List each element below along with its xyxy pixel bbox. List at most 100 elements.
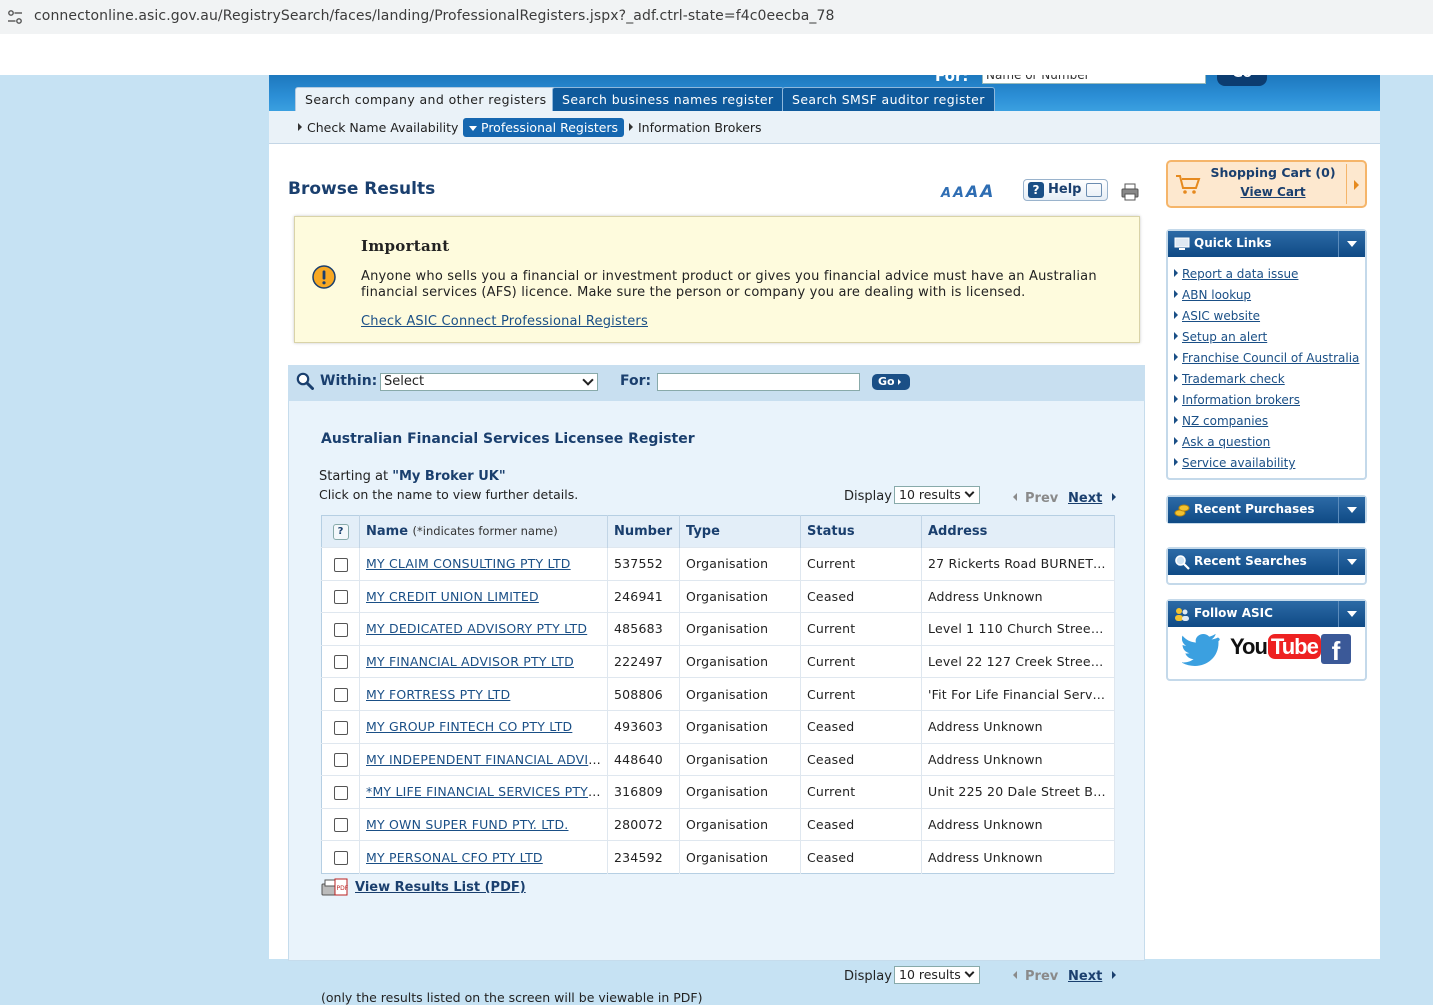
row-checkbox[interactable]: [333, 785, 348, 800]
display-select-bottom[interactable]: 10 results: [894, 966, 980, 984]
subnav-information-brokers[interactable]: Information Brokers: [629, 118, 762, 137]
address-column-header[interactable]: Address: [921, 515, 1115, 548]
font-size-controls: AAAA: [941, 182, 995, 202]
url-text[interactable]: connectonline.asic.gov.au/RegistrySearch…: [34, 8, 835, 24]
row-checkbox[interactable]: [333, 655, 348, 670]
youtube-icon[interactable]: You Tube: [1230, 634, 1321, 660]
arrow-left-icon: [1013, 971, 1017, 979]
view-results-pdf-link[interactable]: View Results List (PDF): [355, 880, 526, 895]
number-cell: 234592: [607, 840, 680, 874]
next-button[interactable]: Next: [1068, 969, 1117, 984]
quick-link-item[interactable]: Franchise Council of Australia: [1174, 351, 1359, 372]
chevron-down-icon[interactable]: [1338, 231, 1365, 257]
arrow-right-icon: [1174, 374, 1178, 382]
print-icon[interactable]: [1121, 183, 1139, 201]
site-settings-icon[interactable]: [7, 9, 23, 25]
status-column-header[interactable]: Status: [800, 515, 922, 548]
subnav-professional-registers[interactable]: Professional Registers: [463, 118, 625, 137]
subnav-check-name-availability[interactable]: Check Name Availability: [298, 118, 458, 137]
address-cell: Level 1 110 Church Street PARRAMATTA: [921, 612, 1115, 646]
prev-button[interactable]: Prev: [1013, 969, 1058, 984]
quick-link-item[interactable]: ABN lookup: [1174, 288, 1359, 309]
quick-link[interactable]: Ask a question: [1182, 435, 1270, 449]
header-search-input[interactable]: Name or Number: [982, 75, 1206, 84]
display-label: Display: [844, 969, 892, 984]
row-checkbox[interactable]: [333, 850, 348, 865]
row-checkbox[interactable]: [333, 687, 348, 702]
quick-link-item[interactable]: ASIC website: [1174, 309, 1359, 330]
name-column-header[interactable]: Name (*indicates former name): [359, 515, 608, 548]
row-checkbox[interactable]: [333, 720, 348, 735]
quick-link-item[interactable]: Report a data issue: [1174, 267, 1359, 288]
subnav-label: Information Brokers: [638, 120, 762, 135]
follow-asic-header[interactable]: Follow ASIC: [1168, 601, 1365, 627]
twitter-icon[interactable]: [1182, 631, 1222, 667]
licensee-name-link[interactable]: *MY LIFE FINANCIAL SERVICES PTY LTD: [366, 784, 607, 799]
type-column-header[interactable]: Type: [679, 515, 801, 548]
number-column-header[interactable]: Number: [607, 515, 680, 548]
font-size-large-button[interactable]: A: [966, 182, 978, 201]
chevron-down-icon[interactable]: [1338, 497, 1365, 523]
results-instructions: Click on the name to view further detail…: [319, 487, 579, 502]
quick-link[interactable]: ABN lookup: [1182, 288, 1251, 302]
recent-searches-header[interactable]: Recent Searches: [1168, 549, 1365, 575]
status-cell: Ceased: [800, 579, 922, 613]
font-size-small-button[interactable]: A: [941, 186, 951, 201]
row-checkbox[interactable]: [333, 622, 348, 637]
display-select-top[interactable]: 10 results: [894, 486, 980, 504]
for-input[interactable]: [657, 373, 860, 391]
within-select[interactable]: Select: [380, 373, 598, 391]
quick-link[interactable]: Trademark check: [1182, 372, 1285, 386]
prev-button[interactable]: Prev: [1013, 491, 1058, 506]
licensee-name-link[interactable]: MY CLAIM CONSULTING PTY LTD: [366, 556, 571, 571]
row-select-cell: [321, 579, 360, 613]
row-checkbox[interactable]: [333, 590, 348, 605]
recent-purchases-header[interactable]: Recent Purchases: [1168, 497, 1365, 523]
row-checkbox[interactable]: [333, 753, 348, 768]
quick-link[interactable]: Report a data issue: [1182, 267, 1298, 281]
licensee-name-link[interactable]: MY INDEPENDENT FINANCIAL ADVISERS PTY LT…: [366, 752, 607, 767]
table-row: MY INDEPENDENT FINANCIAL ADVISERS PTY LT…: [321, 742, 1115, 776]
quick-link[interactable]: Service availability: [1182, 456, 1295, 470]
licensee-name-link[interactable]: MY FINANCIAL ADVISOR PTY LTD: [366, 654, 574, 669]
licensee-name-link[interactable]: MY OWN SUPER FUND PTY. LTD.: [366, 817, 568, 832]
tab-search-business-names[interactable]: Search business names register: [552, 87, 784, 111]
quick-link[interactable]: ASIC website: [1182, 309, 1260, 323]
shopping-cart[interactable]: Shopping Cart (0) View Cart: [1166, 160, 1367, 208]
check-professional-registers-link[interactable]: Check ASIC Connect Professional Register…: [361, 314, 648, 329]
header-go-button[interactable]: Go: [1217, 75, 1267, 86]
help-column-header[interactable]: ?: [321, 515, 360, 548]
row-checkbox[interactable]: [333, 557, 348, 572]
quick-link[interactable]: Setup an alert: [1182, 330, 1267, 344]
licensee-name-link[interactable]: MY FORTRESS PTY LTD: [366, 687, 510, 702]
quick-link-item[interactable]: Information brokers: [1174, 393, 1359, 414]
quick-links-header[interactable]: Quick Links: [1168, 231, 1365, 257]
quick-link-item[interactable]: Setup an alert: [1174, 330, 1359, 351]
licensee-name-link[interactable]: MY DEDICATED ADVISORY PTY LTD: [366, 621, 587, 636]
type-cell: Organisation: [679, 709, 801, 744]
licensee-name-link[interactable]: MY PERSONAL CFO PTY LTD: [366, 850, 543, 865]
quick-link-item[interactable]: Trademark check: [1174, 372, 1359, 393]
register-search-bar: Within: Select For: Go: [288, 365, 1145, 402]
font-size-medium-button[interactable]: A: [953, 185, 964, 201]
tab-search-smsf-auditor[interactable]: Search SMSF auditor register: [782, 87, 995, 111]
licensee-name-link[interactable]: MY CREDIT UNION LIMITED: [366, 589, 539, 604]
quick-link[interactable]: Franchise Council of Australia: [1182, 351, 1359, 365]
chevron-down-icon[interactable]: [1338, 601, 1365, 627]
search-go-button[interactable]: Go: [872, 374, 910, 390]
help-button[interactable]: ? Help: [1023, 179, 1108, 201]
next-button[interactable]: Next: [1068, 491, 1117, 506]
view-cart-link[interactable]: View Cart: [1198, 185, 1348, 199]
quick-link-item[interactable]: Ask a question: [1174, 435, 1359, 456]
quick-link[interactable]: Information brokers: [1182, 393, 1300, 407]
quick-link[interactable]: NZ companies: [1182, 414, 1268, 428]
licensee-name-link[interactable]: MY GROUP FINTECH CO PTY LTD: [366, 719, 572, 734]
quick-link-item[interactable]: Service availability: [1174, 456, 1359, 477]
row-checkbox[interactable]: [333, 818, 348, 833]
status-cell: Current: [800, 612, 922, 646]
font-size-xlarge-button[interactable]: A: [980, 182, 993, 202]
tab-search-company[interactable]: Search company and other registers: [295, 87, 557, 111]
quick-link-item[interactable]: NZ companies: [1174, 414, 1359, 435]
chevron-down-icon[interactable]: [1338, 549, 1365, 575]
facebook-icon[interactable]: f: [1321, 634, 1351, 666]
